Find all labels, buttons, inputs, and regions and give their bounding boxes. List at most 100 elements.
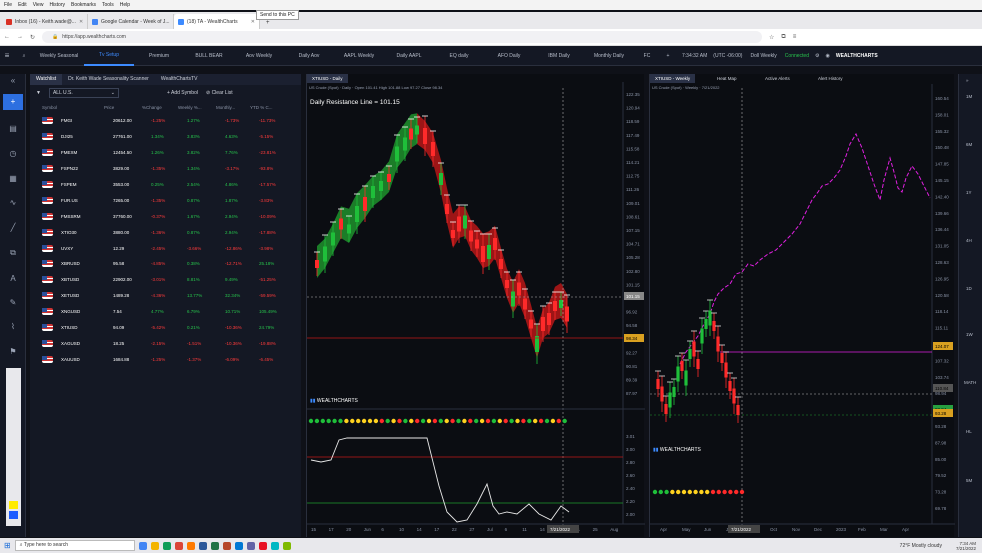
clear-list-button[interactable]: ⊘ Clear List bbox=[206, 90, 233, 96]
tf-5m[interactable]: 5M bbox=[966, 478, 972, 483]
close-icon[interactable]: ✕ bbox=[251, 19, 255, 25]
table-row[interactable]: XAGUSD 18.25 -2.15% -1.51% -10.36% -19.88% bbox=[30, 335, 301, 351]
tab-ibm-daily[interactable]: IBM Daily bbox=[534, 46, 584, 66]
forward-icon[interactable]: → bbox=[17, 34, 23, 40]
taskbar-search[interactable]: ⌕ Type here to search bbox=[14, 540, 135, 551]
flag-icon[interactable]: ⚑ bbox=[8, 347, 18, 357]
trend-icon[interactable]: ∿ bbox=[8, 198, 18, 208]
collapse-icon[interactable]: « bbox=[8, 76, 18, 86]
col-symbol[interactable]: Symbol bbox=[42, 105, 104, 110]
star-icon[interactable]: ☆ bbox=[769, 34, 774, 41]
list-selector[interactable]: ALL U.S. ⌄ bbox=[48, 88, 119, 98]
tab-monthly-daily[interactable]: Monthly Daily bbox=[584, 46, 634, 66]
table-row[interactable]: XBTUSD 22902.00 -3.01% 8.81% 9.49% -51.25% bbox=[30, 272, 301, 288]
menu-bookmarks[interactable]: Bookmarks bbox=[71, 2, 96, 8]
tf-hl[interactable]: HL bbox=[966, 429, 972, 434]
paperclip-icon[interactable]: ⌇ bbox=[8, 322, 18, 332]
add-icon[interactable]: + bbox=[3, 94, 23, 110]
tf-1w[interactable]: 1W bbox=[966, 332, 973, 337]
tab-wealthchartstv[interactable]: WealthChartsTV bbox=[155, 74, 204, 85]
bar-chart-icon[interactable]: ▤ bbox=[8, 124, 18, 134]
back-icon[interactable]: ← bbox=[4, 34, 10, 40]
col-ytd[interactable]: YTD % C... bbox=[250, 105, 280, 110]
tab-daily-aov[interactable]: Daily Aov bbox=[284, 46, 334, 66]
hamburger-icon[interactable]: ≡ bbox=[0, 51, 14, 60]
gear-icon[interactable]: ⚙ bbox=[815, 53, 819, 59]
firefox-icon[interactable] bbox=[186, 541, 195, 550]
task-view-icon[interactable] bbox=[138, 541, 147, 550]
tab-premium[interactable]: Premium bbox=[134, 46, 184, 66]
add-symbol-button[interactable]: + Add Symbol bbox=[167, 90, 198, 96]
tf-math[interactable]: MATH bbox=[964, 380, 976, 385]
menu-file[interactable]: File bbox=[4, 2, 12, 8]
daily-chart-canvas[interactable]: 122.35120.94118.59117.49115.58114.21112.… bbox=[307, 74, 645, 537]
text-tool-icon[interactable]: A bbox=[8, 274, 18, 284]
new-tab-button[interactable]: + bbox=[260, 20, 276, 29]
weekly-chart-canvas[interactable]: 160.54 158.01 155.32 150.48 147.85 145.15 142.… bbox=[650, 74, 955, 537]
layers-icon[interactable]: ⧉ bbox=[8, 248, 18, 258]
tf-4h[interactable]: 4H bbox=[966, 238, 972, 243]
windows-start-icon[interactable]: ⊞ bbox=[4, 541, 11, 550]
annotation-palette[interactable] bbox=[6, 368, 21, 526]
tab-daily-aapl[interactable]: Daily AAPL bbox=[384, 46, 434, 66]
blue-swatch[interactable] bbox=[9, 511, 18, 519]
chrome-icon[interactable] bbox=[174, 541, 183, 550]
tab-eq-daily[interactable]: EQ daily bbox=[434, 46, 484, 66]
col-price[interactable]: Price bbox=[104, 105, 142, 110]
table-row[interactable]: XBRUSD 95.58 -4.85% 0.38% -12.71% 25.18% bbox=[30, 256, 301, 272]
add-tab-icon[interactable]: + bbox=[660, 53, 676, 59]
reload-icon[interactable]: ↻ bbox=[30, 34, 35, 41]
tab-aov-weekly[interactable]: Aov Weekly bbox=[234, 46, 284, 66]
edge-icon[interactable] bbox=[162, 541, 171, 550]
table-row[interactable]: FMGI 20612.00 -1.25% 1.27% -1.73% -11.73% bbox=[30, 113, 301, 129]
teams-icon[interactable] bbox=[246, 541, 255, 550]
app-icon[interactable] bbox=[282, 541, 291, 550]
table-row[interactable]: FUR.US 7265.00 -1.35% 0.87% 1.87% -3.83% bbox=[30, 192, 301, 208]
yellow-swatch[interactable] bbox=[9, 501, 18, 509]
tab-weekly-seasonal[interactable]: Weekly Seasonal bbox=[34, 46, 84, 66]
browser-tab-inbox[interactable]: Inbox (16) - Keith.wade@... ✕ bbox=[2, 14, 88, 29]
close-icon[interactable]: ✕ bbox=[79, 19, 83, 25]
tab-aapl-weekly[interactable]: AAPL Weekly bbox=[334, 46, 384, 66]
filter-icon[interactable]: ▼ bbox=[36, 90, 41, 96]
tab-tv-setup[interactable]: Tv Setup bbox=[84, 46, 134, 66]
browser-tab-wealthcharts[interactable]: (18) TA - WealthCharts ✕ bbox=[174, 14, 260, 29]
tf-1y[interactable]: 1Y bbox=[966, 190, 972, 195]
col-monthly[interactable]: Monthly... bbox=[216, 105, 250, 110]
table-row[interactable]: XTIO30 3880.00 -1.36% 0.87% 2.94% -17.88% bbox=[30, 224, 301, 240]
app-icon[interactable] bbox=[270, 541, 279, 550]
system-clock[interactable]: 7:34 AM 7/21/2022 bbox=[956, 541, 976, 551]
outlook-icon[interactable] bbox=[234, 541, 243, 550]
table-row[interactable]: FSPEM 3553.00 0.25% 2.54% 4.86% -17.57% bbox=[30, 177, 301, 193]
menu-help[interactable]: Help bbox=[120, 2, 130, 8]
word-icon[interactable] bbox=[198, 541, 207, 550]
search-icon[interactable]: ⌕ bbox=[14, 53, 34, 59]
app-icon[interactable] bbox=[258, 541, 267, 550]
tf-1d[interactable]: 1D bbox=[966, 286, 972, 291]
table-row[interactable]: XTIUSD 94.09 -5.42% 0.21% -10.36% 24.79% bbox=[30, 320, 301, 336]
col-change[interactable]: %Change bbox=[142, 105, 178, 110]
table-row[interactable]: DJI25 27761.00 1.34% 3.83% 4.63% -5.15% bbox=[30, 129, 301, 145]
table-row[interactable]: FSPN22 3829.00 -1.35% 1.34% -3.17% -93.8% bbox=[30, 161, 301, 177]
table-row[interactable]: XAUUSD 1684.88 -1.25% -1.37% -6.09% -6.45% bbox=[30, 351, 301, 367]
user-icon[interactable]: ◉ bbox=[825, 53, 829, 59]
tab-seasonality-scanner[interactable]: Dr. Keith Wade Seasonality Scanner bbox=[62, 74, 155, 85]
col-weekly[interactable]: Weekly %... bbox=[178, 105, 216, 110]
powerpoint-icon[interactable] bbox=[222, 541, 231, 550]
tab-afo-daily[interactable]: AFO Daily bbox=[484, 46, 534, 66]
line-tool-icon[interactable]: ╱ bbox=[8, 223, 18, 233]
browser-tab-calendar[interactable]: Google Calendar - Week of J...✕ bbox=[88, 14, 174, 29]
menu-edit[interactable]: Edit bbox=[18, 2, 27, 8]
tf-6m[interactable]: 6M bbox=[966, 142, 972, 147]
table-row[interactable]: FMEXM 12454.50 1.26% 3.82% 7.76% -23.81% bbox=[30, 145, 301, 161]
table-row[interactable]: UVXY 12.29 -2.45% -3.66% -12.86% -3.98% bbox=[30, 240, 301, 256]
table-row[interactable]: FMSSRM 37760.00 -0.37% 1.67% 2.94% -10.09% bbox=[30, 208, 301, 224]
menu-view[interactable]: View bbox=[33, 2, 44, 8]
tf-1m[interactable]: 1M bbox=[966, 94, 972, 99]
table-row[interactable]: XETUSD 1489.28 -4.36% 13.77% 32.34% -59.59% bbox=[30, 288, 301, 304]
timezone[interactable]: (UTC -06:00) bbox=[713, 53, 742, 59]
tab-watchlist[interactable]: Watchlist bbox=[30, 74, 63, 85]
expand-icon[interactable]: » bbox=[966, 78, 969, 83]
menu-tools[interactable]: Tools bbox=[102, 2, 114, 8]
extensions-icon[interactable]: ⧉ bbox=[781, 34, 785, 41]
